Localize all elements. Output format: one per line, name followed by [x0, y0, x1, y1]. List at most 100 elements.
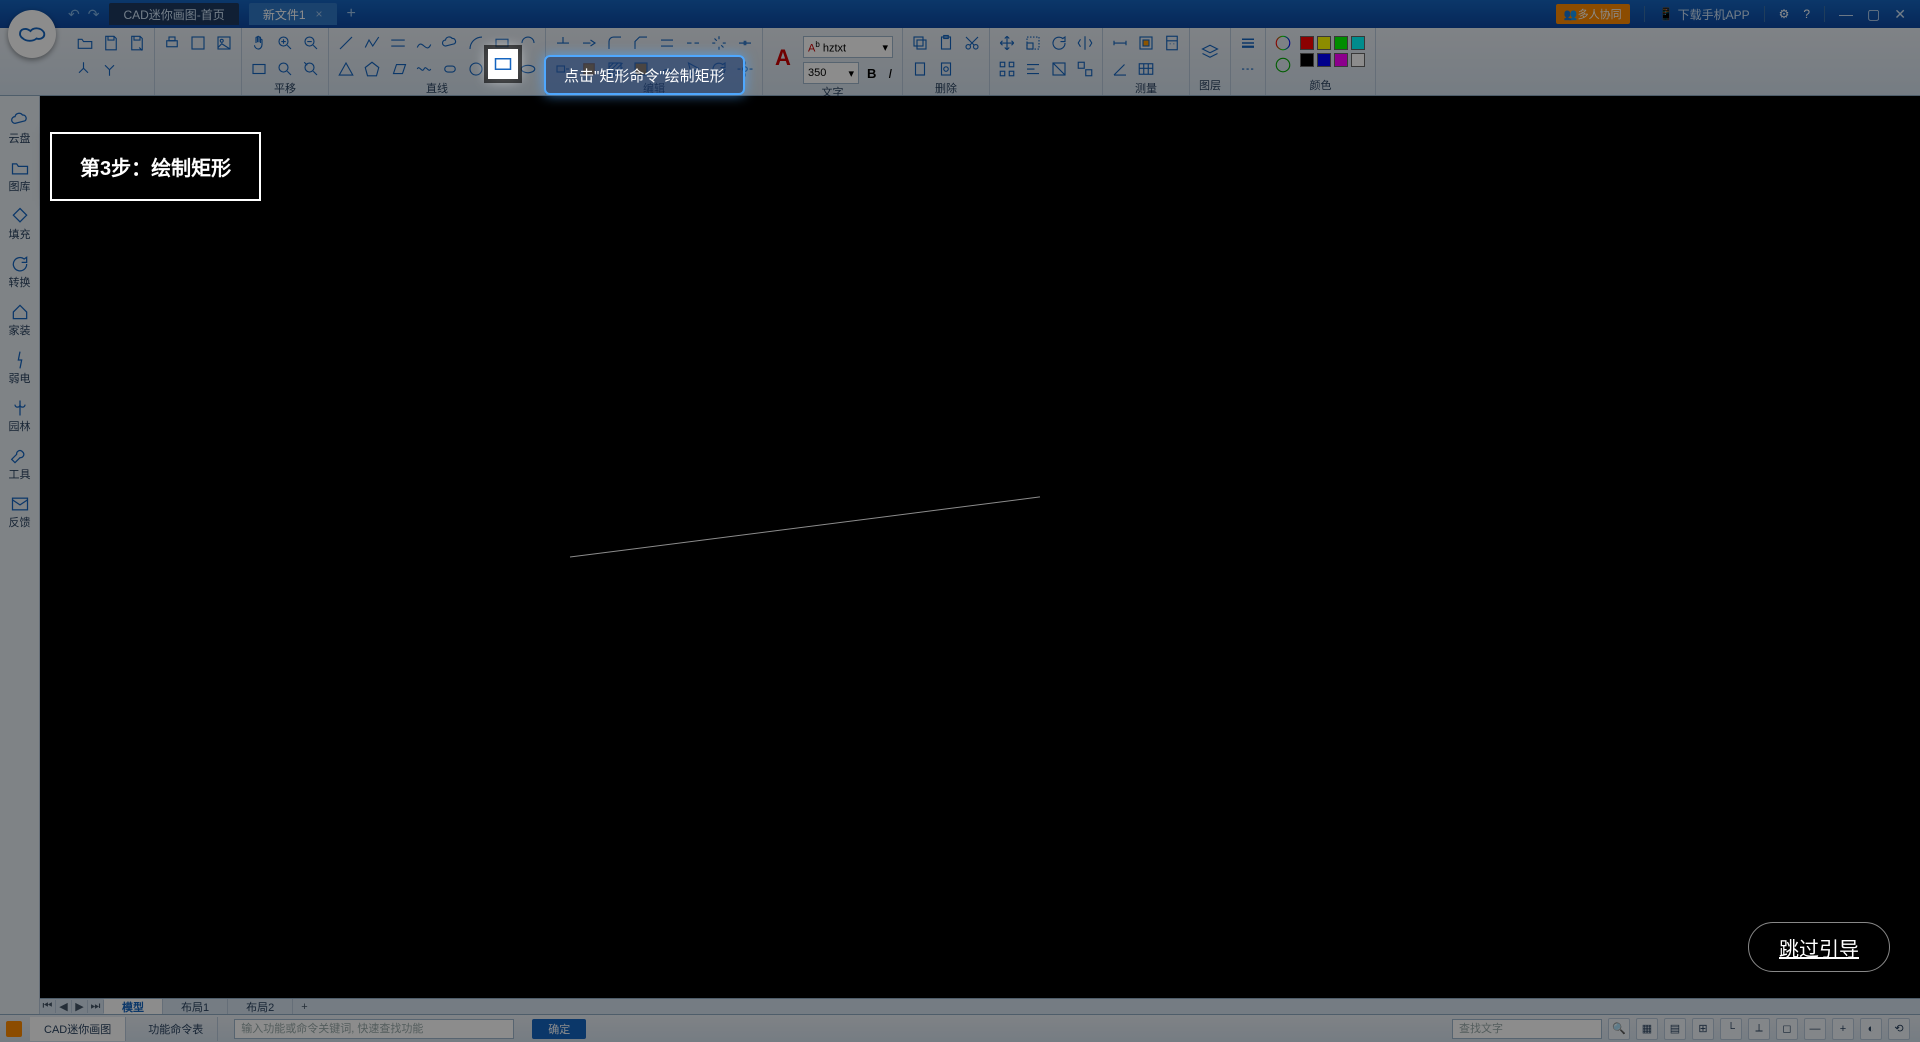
zoomin-icon[interactable]: [274, 32, 296, 54]
swatch-green[interactable]: [1334, 36, 1348, 50]
undo-icon[interactable]: ↶: [68, 6, 80, 23]
swatch-white[interactable]: [1351, 53, 1365, 67]
table-icon[interactable]: [1135, 58, 1157, 80]
wave-icon[interactable]: [413, 58, 435, 80]
export-icon[interactable]: [74, 58, 96, 80]
skip-tutorial-button[interactable]: 跳过引导: [1748, 922, 1890, 972]
swatch-cyan[interactable]: [1351, 36, 1365, 50]
array-icon[interactable]: [996, 58, 1018, 80]
status-appname[interactable]: CAD迷你画图: [30, 1017, 126, 1041]
italic-button[interactable]: I: [884, 66, 896, 81]
import-icon[interactable]: [100, 58, 122, 80]
area-icon[interactable]: [1135, 32, 1157, 54]
sidebar-elec[interactable]: 弱电: [0, 344, 39, 392]
zoomall-icon[interactable]: [274, 58, 296, 80]
trim-icon[interactable]: [552, 32, 574, 54]
pastebase-icon[interactable]: [909, 58, 931, 80]
swatch-red[interactable]: [1300, 36, 1314, 50]
angle-icon[interactable]: [1109, 58, 1131, 80]
save-icon[interactable]: [100, 32, 122, 54]
swatch-black[interactable]: [1300, 53, 1314, 67]
paste-icon[interactable]: [935, 32, 957, 54]
fillet-icon[interactable]: [604, 32, 626, 54]
arc2-icon[interactable]: [517, 32, 539, 54]
first-tab-icon[interactable]: ⏮: [40, 1000, 56, 1013]
sidebar-feedback[interactable]: 反馈: [0, 488, 39, 536]
sidebar-convert[interactable]: 转换: [0, 248, 39, 296]
tab-layout2[interactable]: 布局2: [228, 999, 293, 1015]
scale-icon[interactable]: [1022, 32, 1044, 54]
swatch-yellow[interactable]: [1317, 36, 1331, 50]
saveas-icon[interactable]: [126, 32, 148, 54]
open-icon[interactable]: [74, 32, 96, 54]
cut-icon[interactable]: [961, 32, 983, 54]
tutorial-highlight-rectangle[interactable]: [488, 49, 518, 79]
align-icon[interactable]: [1022, 58, 1044, 80]
ellipse-icon[interactable]: [517, 58, 539, 80]
help-icon[interactable]: ?: [1803, 7, 1810, 21]
print-icon[interactable]: [161, 32, 183, 54]
redo-icon[interactable]: ↷: [88, 6, 100, 23]
sidebar-tools[interactable]: 工具: [0, 440, 39, 488]
polyline-icon[interactable]: [361, 32, 383, 54]
pentagon-icon[interactable]: [361, 58, 383, 80]
sidebar-library[interactable]: 图库: [0, 152, 39, 200]
move-icon[interactable]: [996, 32, 1018, 54]
bold-button[interactable]: B: [863, 66, 880, 81]
lt-icon[interactable]: [1237, 58, 1259, 80]
image-icon[interactable]: [213, 32, 235, 54]
tab-model[interactable]: 模型: [104, 999, 163, 1015]
fontsize-select[interactable]: 350 ▾: [803, 62, 859, 84]
sidebar-fill[interactable]: 填充: [0, 200, 39, 248]
close-tab-icon[interactable]: ×: [316, 7, 323, 21]
break-icon[interactable]: [682, 32, 704, 54]
download-app-button[interactable]: 📱 下载手机APP: [1659, 6, 1750, 23]
offset-icon[interactable]: [656, 32, 678, 54]
explode-icon[interactable]: [708, 32, 730, 54]
settings-icon[interactable]: ⚙: [1779, 7, 1790, 21]
search-text-input[interactable]: 查找文字: [1452, 1019, 1602, 1039]
snap-icon[interactable]: ⊞: [1692, 1018, 1714, 1040]
status-cmdtab[interactable]: 功能命令表: [134, 1017, 218, 1041]
dist-icon[interactable]: [1109, 32, 1131, 54]
font-select[interactable]: Ab hztxt ▾: [803, 36, 893, 58]
new-tab-button[interactable]: +: [347, 5, 356, 23]
copy-icon[interactable]: [909, 32, 931, 54]
close-window-icon[interactable]: ✕: [1894, 6, 1906, 23]
circle-icon[interactable]: [465, 58, 487, 80]
crosshair-icon[interactable]: +: [1832, 1018, 1854, 1040]
layer-icon[interactable]: [1196, 32, 1224, 72]
osnap-icon[interactable]: ◻: [1776, 1018, 1798, 1040]
add-layout-button[interactable]: +: [293, 1001, 315, 1013]
minimize-icon[interactable]: —: [1839, 6, 1853, 23]
pick-color-icon[interactable]: [1272, 54, 1294, 76]
zoomout-icon[interactable]: [300, 32, 322, 54]
last-tab-icon[interactable]: ⏭: [88, 1000, 104, 1013]
spline-icon[interactable]: [413, 32, 435, 54]
lineweight-icon[interactable]: —: [1804, 1018, 1826, 1040]
chamfer-icon[interactable]: [630, 32, 652, 54]
app-logo[interactable]: [8, 10, 56, 58]
join-icon[interactable]: [734, 32, 756, 54]
grid2-icon[interactable]: ▤: [1664, 1018, 1686, 1040]
ortho-icon[interactable]: └: [1720, 1018, 1742, 1040]
ellipse2-icon[interactable]: [439, 58, 461, 80]
multiline-icon[interactable]: [387, 32, 409, 54]
triangle-icon[interactable]: [335, 58, 357, 80]
polar-icon[interactable]: ⟂: [1748, 1018, 1770, 1040]
ungroup-icon[interactable]: [1074, 58, 1096, 80]
rotate-icon[interactable]: [1048, 32, 1070, 54]
command-input[interactable]: 输入功能或命令关键词, 快速查找功能: [234, 1019, 514, 1039]
extend-icon[interactable]: [578, 32, 600, 54]
grid-icon[interactable]: ▦: [1636, 1018, 1658, 1040]
tab-home[interactable]: CAD迷你画图-首页: [109, 3, 238, 25]
text-icon[interactable]: A: [769, 38, 797, 78]
hand-icon[interactable]: [248, 32, 270, 54]
mirror-icon[interactable]: [1074, 32, 1096, 54]
sidebar-cloud[interactable]: 云盘: [0, 104, 39, 152]
arc-icon[interactable]: [465, 32, 487, 54]
zoomwin-icon[interactable]: [300, 58, 322, 80]
next-tab-icon[interactable]: ▶: [72, 1000, 88, 1013]
canvas[interactable]: [40, 96, 1920, 998]
confirm-button[interactable]: 确定: [532, 1019, 586, 1039]
